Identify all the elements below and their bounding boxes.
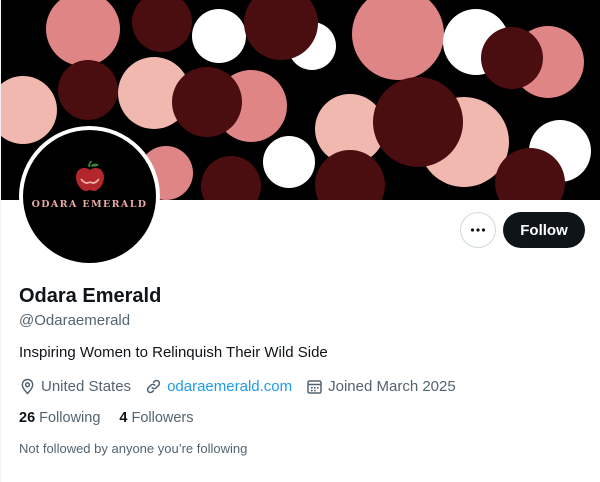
- banner-circle: [172, 67, 242, 137]
- apple-logo-icon: [76, 161, 104, 191]
- banner-circle: [46, 0, 120, 66]
- follow-button[interactable]: Follow: [503, 212, 585, 248]
- joined-item: Joined March 2025: [306, 378, 456, 395]
- profile-page: ODARA EMERALD Follow Odara Emerald @Odar…: [0, 0, 600, 482]
- followers-link[interactable]: 4 Followers: [119, 410, 193, 426]
- avatar-image: ODARA EMERALD: [23, 130, 156, 263]
- mutual-followers-note: Not followed by anyone you’re following: [19, 441, 248, 456]
- location-item: United States: [19, 378, 131, 395]
- location-pin-icon: [21, 378, 34, 395]
- location-text: United States: [41, 377, 132, 395]
- banner-circle: [192, 9, 246, 63]
- banner-circle: [481, 27, 543, 89]
- banner-circle: [352, 0, 444, 80]
- following-count: 26: [19, 410, 36, 426]
- avatar-brand-text: ODARA EMERALD: [31, 199, 148, 210]
- banner-circle: [263, 136, 315, 188]
- more-horizontal-icon: [470, 228, 486, 232]
- banner-circle: [132, 0, 192, 52]
- more-options-button[interactable]: [460, 212, 496, 248]
- user-handle: @Odaraemerald: [19, 312, 131, 329]
- banner-circle: [1, 76, 57, 144]
- website-item: odaraemerald.com: [145, 378, 292, 395]
- following-label: Following: [39, 410, 101, 426]
- display-name: Odara Emerald: [19, 285, 162, 307]
- banner-circle: [315, 150, 385, 200]
- banner-circle: [58, 60, 118, 120]
- website-link[interactable]: odaraemerald.com: [167, 378, 292, 395]
- followers-label: Followers: [131, 410, 194, 426]
- following-link[interactable]: 26 Following: [19, 410, 100, 426]
- calendar-icon: [307, 379, 322, 394]
- banner-circle: [201, 156, 261, 200]
- follow-counts: 26 Following 4 Followers: [19, 410, 213, 426]
- banner-circle: [373, 77, 463, 167]
- link-icon: [146, 379, 161, 393]
- profile-bio: Inspiring Women to Relinquish Their Wild…: [19, 344, 328, 361]
- profile-avatar[interactable]: ODARA EMERALD: [19, 126, 160, 267]
- followers-count: 4: [119, 410, 128, 426]
- joined-text: Joined March 2025: [328, 377, 456, 395]
- profile-meta: United States odaraemerald.com Joined Ma…: [19, 376, 470, 396]
